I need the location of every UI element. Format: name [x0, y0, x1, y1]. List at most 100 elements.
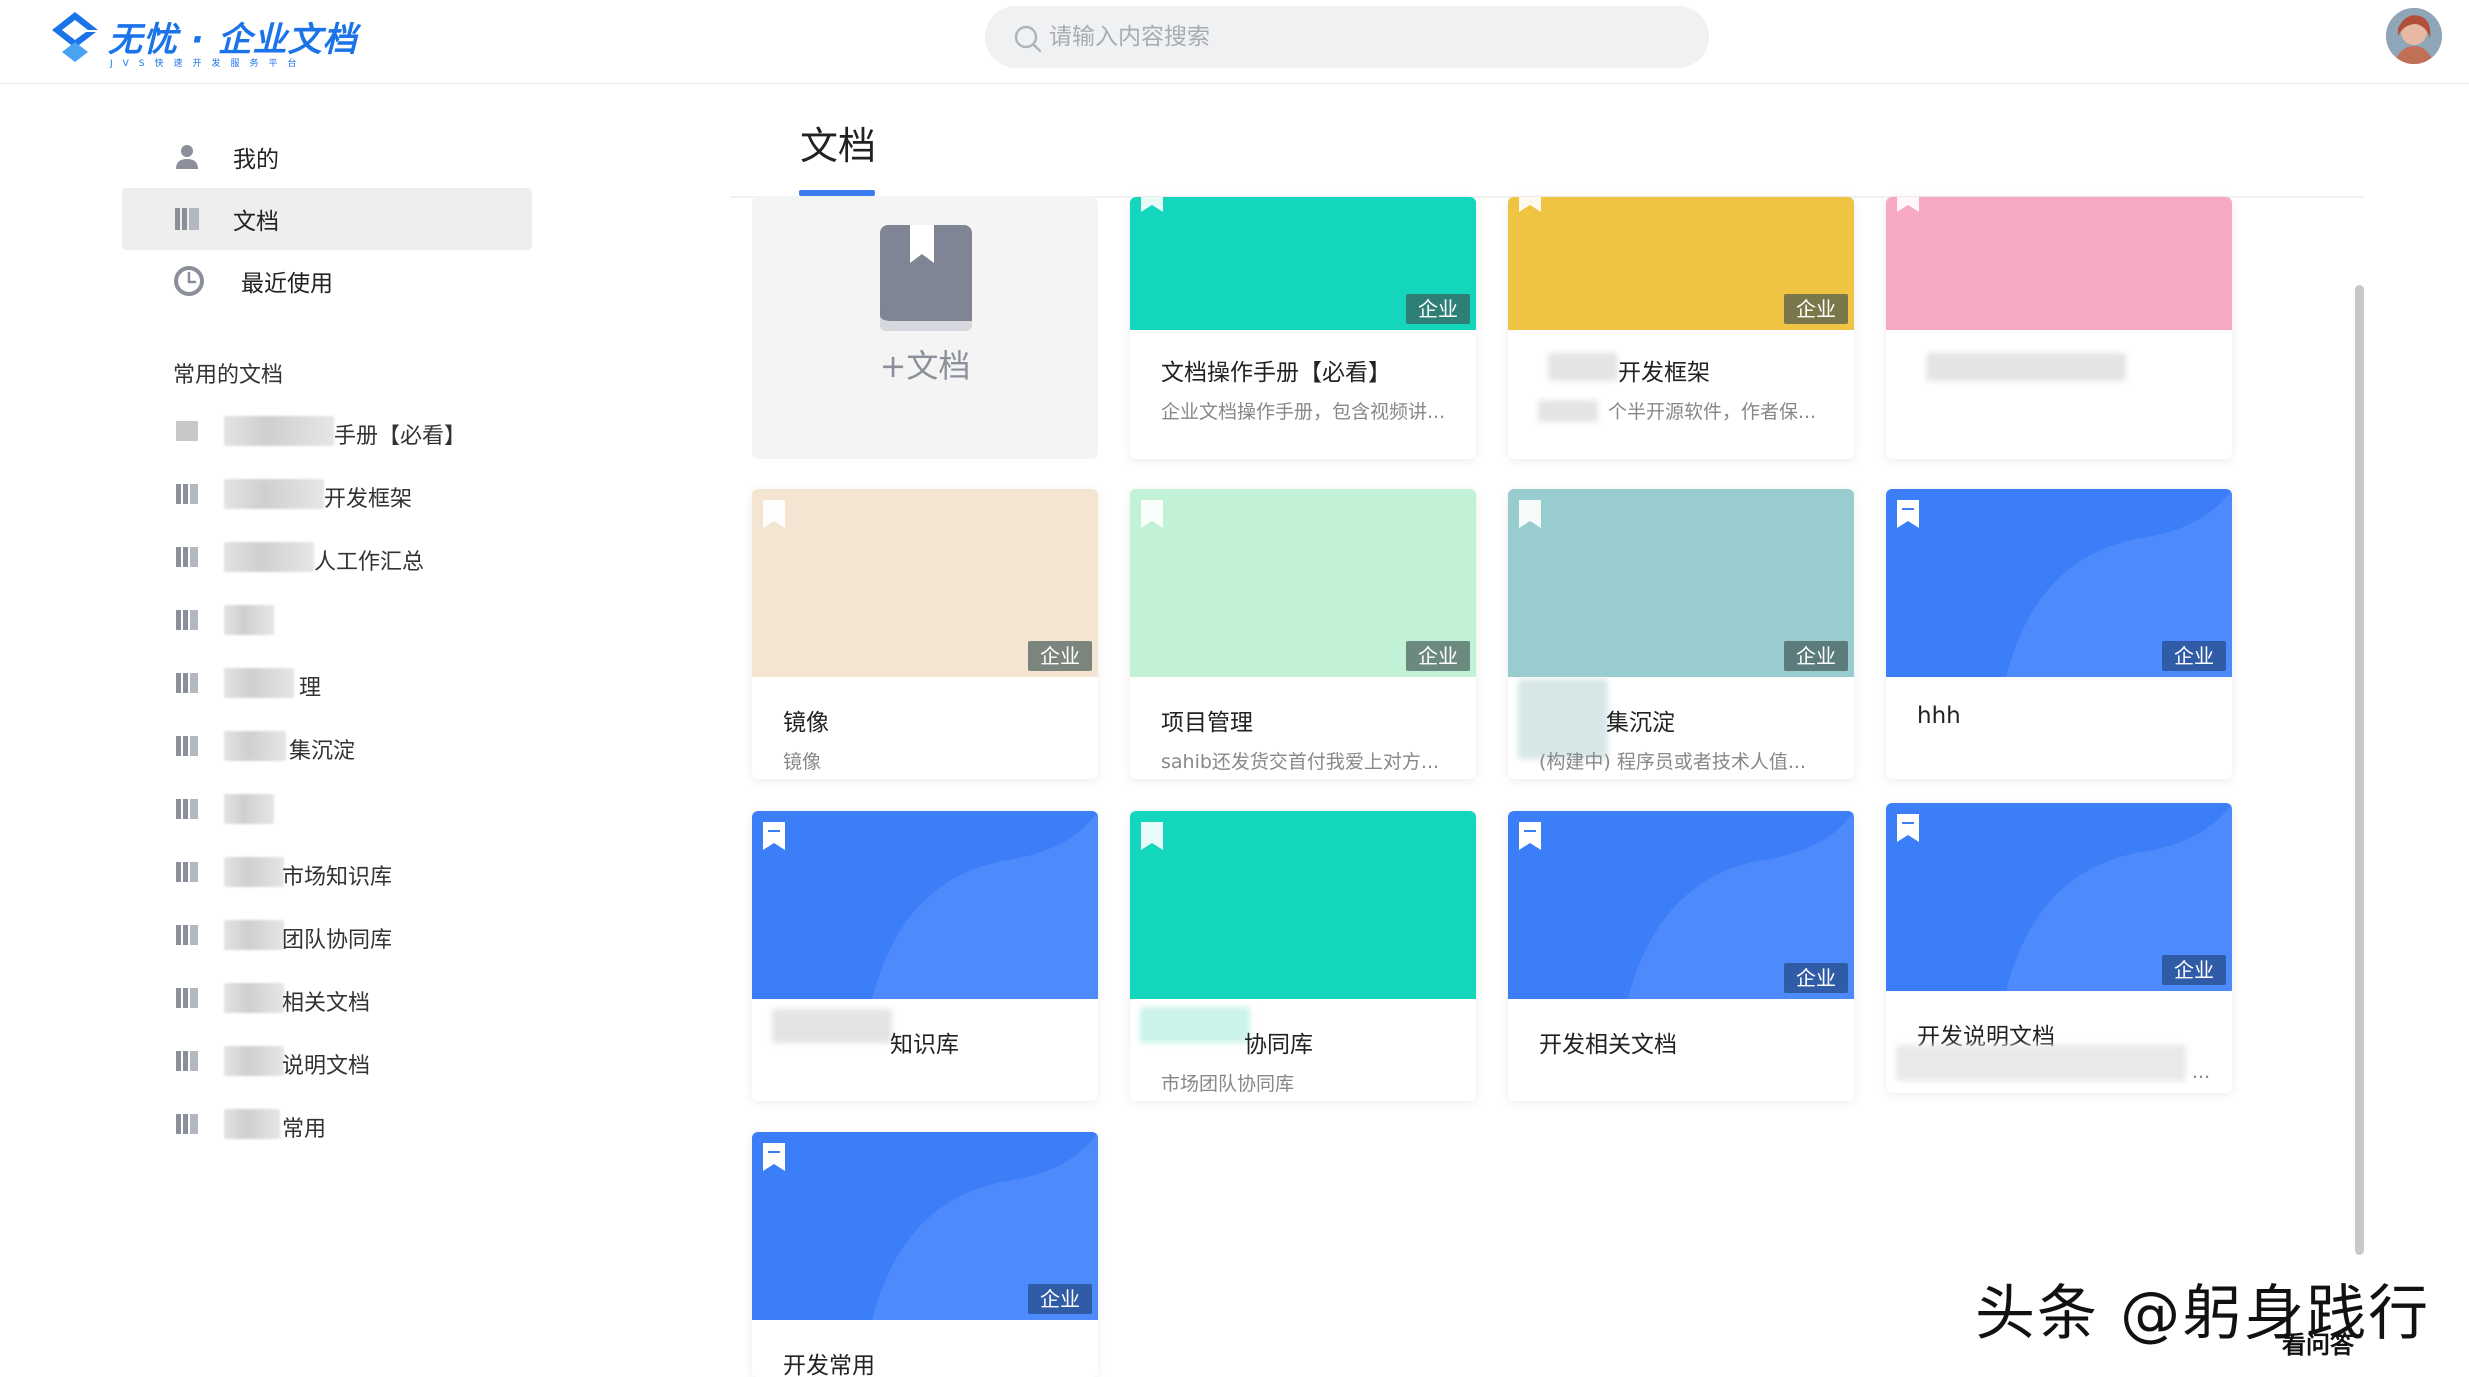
doc-card[interactable]: 企业 开发常用	[752, 1132, 1098, 1377]
card-cover	[1130, 811, 1476, 999]
doc-card[interactable]	[1886, 197, 2232, 459]
logo-title: 无忧 · 企业文档	[108, 20, 358, 60]
bookmark-icon	[1141, 822, 1163, 850]
doc-card[interactable]: 企业 镜像 镜像	[752, 489, 1098, 779]
search-bar[interactable]	[985, 6, 1709, 68]
doc-card[interactable]: 企业 开发说明文档 ...	[1886, 803, 2232, 1093]
card-title: 开发框架	[1618, 360, 1710, 386]
favorite-label: 相关文档	[282, 991, 371, 1016]
card-badge: 企业	[1028, 641, 1092, 671]
clock-icon	[174, 266, 204, 296]
favorite-label: 说明文档	[282, 1054, 371, 1079]
avatar-image	[2386, 8, 2442, 64]
card-cover: 企业	[752, 489, 1098, 677]
top-bar: 无忧 · 企业文档 JVS快速开发服务平台	[0, 0, 2469, 84]
card-cover: 企业	[1886, 489, 2232, 677]
favorite-item[interactable]: 人工作汇总	[174, 532, 594, 582]
bookmark-icon	[1141, 197, 1163, 212]
card-title: 知识库	[890, 1032, 959, 1058]
scrollbar[interactable]	[2355, 285, 2364, 1255]
new-document-button[interactable]: +文档	[752, 197, 1098, 459]
favorite-item[interactable]: 集沉淀	[174, 721, 594, 771]
library-icon	[176, 925, 198, 945]
sidebar-item-docs[interactable]: 文档	[122, 188, 532, 250]
library-icon	[176, 862, 198, 882]
bookmark-icon	[1519, 197, 1541, 212]
card-desc: 企业文档操作手册，包含视频讲...	[1161, 401, 1446, 423]
bookmark-icon	[1897, 814, 1919, 842]
library-icon	[176, 799, 198, 819]
favorite-item[interactable]: 团队协同库	[174, 910, 594, 960]
favorite-item[interactable]: 开发框架	[174, 469, 594, 519]
doc-card[interactable]: 企业 开发相关文档	[1508, 811, 1854, 1101]
favorite-label: 常用	[282, 1117, 327, 1142]
bookmark-icon	[1519, 822, 1541, 850]
favorite-item[interactable]: 说明文档	[174, 1036, 594, 1086]
sidebar: 我的 文档 最近使用 常用的文档 手册【必看】 开发框架 人工作汇总 理 集沉淀…	[0, 85, 700, 1377]
favorite-label: 集沉淀	[289, 739, 356, 764]
favorite-item[interactable]: 相关文档	[174, 973, 594, 1023]
search-icon	[1014, 25, 1042, 53]
library-icon	[176, 610, 198, 630]
doc-card[interactable]: 企业 文档操作手册【必看】 企业文档操作手册，包含视频讲...	[1130, 197, 1476, 459]
doc-card[interactable]: 企业 hhh	[1886, 489, 2232, 779]
card-badge: 企业	[1406, 641, 1470, 671]
library-icon	[176, 736, 198, 756]
card-title: 协同库	[1244, 1032, 1313, 1058]
favorite-item[interactable]	[174, 595, 594, 645]
card-badge: 企业	[1784, 641, 1848, 671]
sidebar-item-mine[interactable]: 我的	[122, 126, 532, 188]
card-desc: (构建中) 程序员或者技术人值...	[1539, 751, 1806, 773]
card-cover: 企业	[1508, 489, 1854, 677]
library-icon	[176, 1051, 198, 1071]
avatar[interactable]	[2386, 8, 2442, 64]
logo-mark-icon	[52, 12, 98, 62]
search-input[interactable]	[1049, 6, 1669, 68]
sidebar-item-label: 最近使用	[241, 271, 333, 297]
card-desc: sahib还发货交首付我爱上对方...	[1161, 751, 1440, 773]
doc-card[interactable]: 企业 项目管理 sahib还发货交首付我爱上对方...	[1130, 489, 1476, 779]
doc-card[interactable]: 企业 开发框架 个半开源软件，作者保...	[1508, 197, 1854, 459]
sidebar-item-label: 文档	[233, 209, 279, 235]
favorite-label: 开发框架	[324, 487, 413, 512]
library-icon	[176, 421, 198, 441]
favorite-item[interactable]: 市场知识库	[174, 847, 594, 897]
doc-card[interactable]: 知识库	[752, 811, 1098, 1101]
favorite-label: 理	[299, 676, 322, 701]
sidebar-item-recent[interactable]: 最近使用	[122, 250, 532, 312]
card-cover	[752, 811, 1098, 999]
favorite-item[interactable]: 理	[174, 658, 594, 708]
card-cover: 企业	[1508, 811, 1854, 999]
favorite-item[interactable]: 常用	[174, 1099, 594, 1149]
watermark: 头条 @躬身践行	[1975, 1279, 2431, 1349]
section-title-frequent: 常用的文档	[173, 363, 284, 388]
card-title: 文档操作手册【必看】	[1161, 360, 1391, 386]
card-title: 集沉淀	[1606, 710, 1675, 736]
bookmark-icon	[1897, 500, 1919, 528]
card-title: 项目管理	[1161, 710, 1253, 736]
card-desc: 市场团队协同库	[1161, 1073, 1295, 1095]
logo[interactable]: 无忧 · 企业文档 JVS快速开发服务平台	[46, 6, 357, 70]
library-icon	[175, 208, 199, 230]
favorite-label: 人工作汇总	[314, 550, 425, 575]
card-badge: 企业	[1028, 1284, 1092, 1314]
favorite-item[interactable]: 手册【必看】	[174, 406, 594, 456]
favorite-label: 市场知识库	[282, 865, 393, 890]
card-title: hhh	[1917, 703, 1961, 729]
doc-card[interactable]: 企业 集沉淀 (构建中) 程序员或者技术人值...	[1508, 489, 1854, 779]
card-cover: 企业	[1130, 197, 1476, 330]
main-content: 文档 +文档 企业 文档操作手册【必看】 企业文档操作手册，包含视频讲... 企…	[700, 85, 2469, 1377]
user-icon	[176, 145, 198, 169]
card-desc: 镜像	[783, 751, 822, 773]
library-icon	[176, 988, 198, 1008]
bookmark-icon	[1519, 500, 1541, 528]
doc-card[interactable]: 协同库 市场团队协同库	[1130, 811, 1476, 1101]
favorite-item[interactable]	[174, 784, 594, 834]
book-icon	[880, 225, 972, 331]
new-document-label: +文档	[879, 347, 971, 385]
card-desc: ...	[2192, 1061, 2211, 1083]
card-title: 开发常用	[783, 1353, 875, 1377]
card-cover: 企业	[752, 1132, 1098, 1320]
bookmark-icon	[1141, 500, 1163, 528]
card-cover: 企业	[1886, 803, 2232, 991]
